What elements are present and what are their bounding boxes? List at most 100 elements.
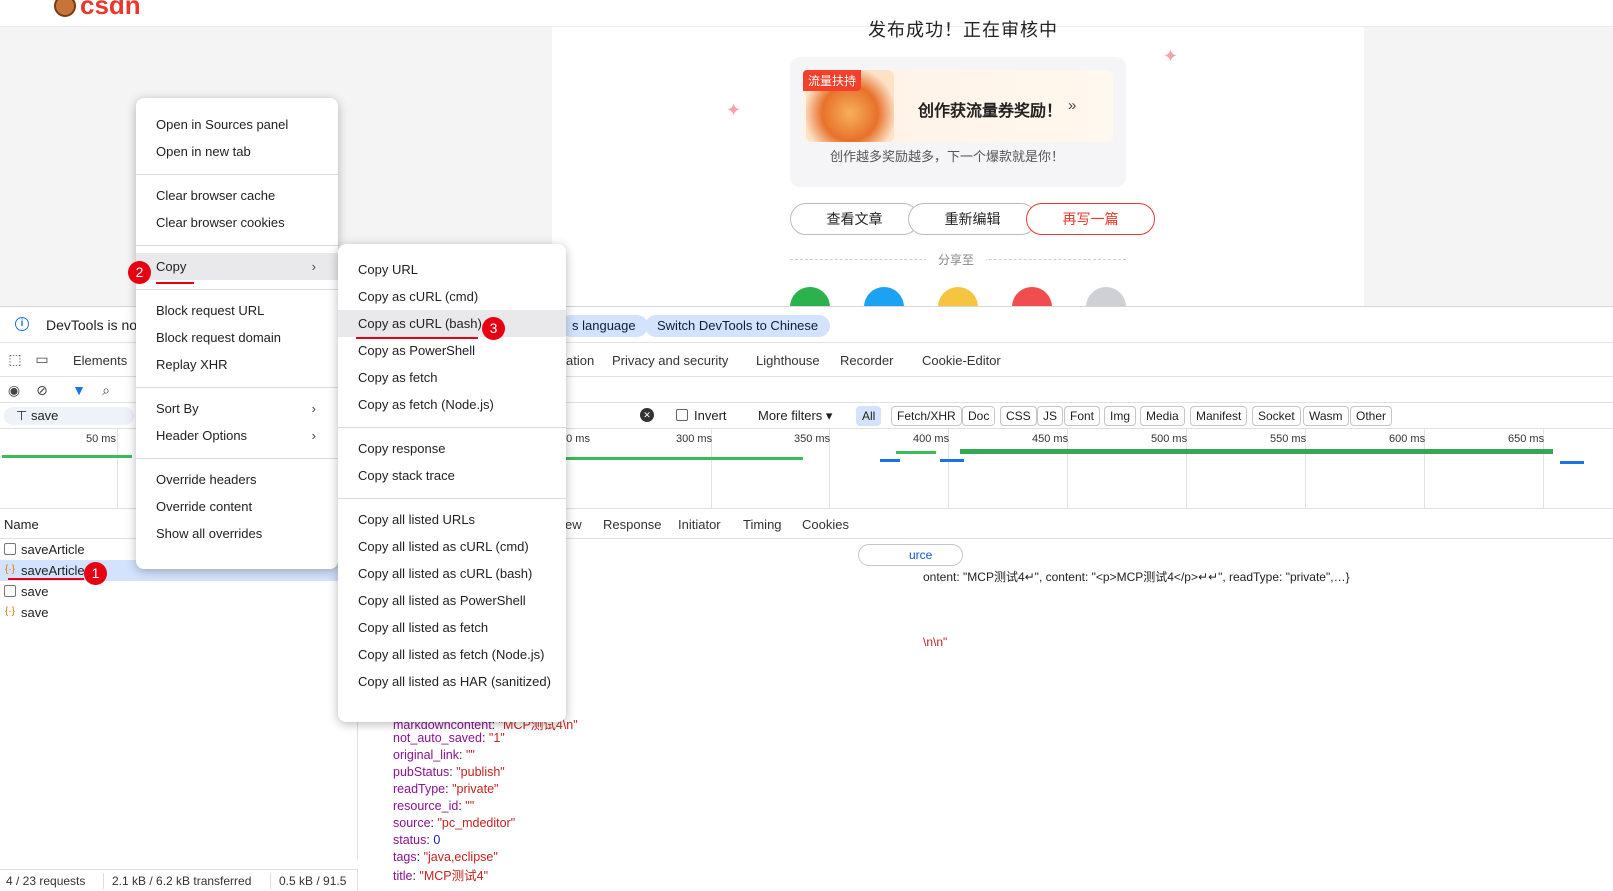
request-row[interactable]: {·} save	[0, 602, 357, 623]
timeline-bar	[960, 449, 1553, 454]
payload-entry[interactable]: readType: "private"	[393, 782, 498, 796]
menu-copy-fetch[interactable]: Copy as fetch	[338, 364, 566, 391]
chip-fetch-xhr[interactable]: Fetch/XHR	[891, 406, 962, 426]
menu-sort-by[interactable]: Sort By ›	[136, 395, 338, 422]
timeline-tick: 600 ms	[1389, 433, 1426, 445]
menu-header-options[interactable]: Header Options ›	[136, 422, 338, 449]
info-icon: i	[15, 317, 29, 331]
menu-copy[interactable]: Copy ›	[136, 253, 338, 280]
menu-copy-stack-trace[interactable]: Copy stack trace	[338, 462, 566, 489]
chevron-right-icon: ›	[311, 401, 316, 416]
clear-icon[interactable]: ⊘	[34, 382, 50, 398]
view-source-button[interactable]: urce	[858, 544, 963, 566]
chip-other[interactable]: Other	[1350, 406, 1393, 426]
menu-copy-all-curl-bash[interactable]: Copy all listed as cURL (bash)	[338, 560, 566, 587]
more-filters-dropdown[interactable]: More filters ▾	[758, 408, 832, 424]
timeline-bar	[2, 455, 132, 458]
timeline-tick: 650 ms	[1508, 433, 1545, 445]
payload-entry[interactable]: source: "pc_mdeditor"	[393, 816, 515, 830]
payload-entry[interactable]: status: 0	[393, 833, 440, 847]
chip-media[interactable]: Media	[1140, 406, 1185, 426]
tab-privacy-security[interactable]: Privacy and security	[612, 353, 728, 368]
tab-lighthouse[interactable]: Lighthouse	[756, 353, 820, 368]
menu-copy-all-fetch-node[interactable]: Copy all listed as fetch (Node.js)	[338, 641, 566, 668]
menu-copy-response[interactable]: Copy response	[338, 435, 566, 462]
language-pill[interactable]: s language	[560, 315, 648, 337]
promo-text: 创作获流量券奖励！	[918, 103, 1063, 120]
chip-font[interactable]: Font	[1064, 406, 1101, 426]
payload-entry[interactable]: resource_id: ""	[393, 799, 474, 813]
menu-copy-powershell[interactable]: Copy as PowerShell	[338, 337, 566, 364]
request-row[interactable]: save	[0, 581, 357, 602]
menu-copy-curl-bash[interactable]: Copy as cURL (bash)	[338, 310, 566, 337]
chip-css[interactable]: CSS	[1000, 406, 1037, 426]
filter-clear-icon[interactable]: ✕	[640, 408, 654, 422]
chevron-right-icon: ›	[311, 259, 316, 274]
menu-replay-xhr[interactable]: Replay XHR	[136, 351, 338, 378]
payload-entry[interactable]: original_link: ""	[393, 748, 475, 762]
filter-funnel-icon: ⊤	[16, 408, 31, 423]
menu-clear-cache[interactable]: Clear browser cache	[136, 182, 338, 209]
chip-all[interactable]: All	[856, 406, 882, 426]
menu-copy-all-curl-cmd[interactable]: Copy all listed as cURL (cmd)	[338, 533, 566, 560]
re-edit-button[interactable]: 重新编辑	[908, 203, 1037, 235]
payload-summary[interactable]: ontent: "MCP测试4↵", content: "<p>MCP测试4</…	[923, 568, 1350, 585]
payload-entry[interactable]: tags: "java,eclipse"	[393, 850, 498, 864]
view-article-button[interactable]: 查看文章	[790, 203, 919, 235]
payload-entry[interactable]: title: "MCP测试4"	[393, 865, 488, 884]
tab-elements[interactable]: Elements	[73, 353, 127, 368]
timeline-bar	[560, 457, 803, 460]
annotation-underline	[356, 337, 478, 339]
chip-socket[interactable]: Socket	[1252, 406, 1301, 426]
invert-checkbox[interactable]	[676, 409, 688, 421]
menu-copy-all-fetch[interactable]: Copy all listed as fetch	[338, 614, 566, 641]
search-icon[interactable]: ⌕	[98, 382, 114, 398]
network-status-bar: 4 / 23 requests 2.1 kB / 6.2 kB transfer…	[0, 869, 358, 891]
timeline-tick: 400 ms	[913, 433, 950, 445]
chip-doc[interactable]: Doc	[962, 406, 996, 426]
menu-override-content[interactable]: Override content	[136, 493, 338, 520]
timeline-tick: 450 ms	[1032, 433, 1069, 445]
switch-chinese-button[interactable]: Switch DevTools to Chinese	[645, 315, 831, 337]
menu-copy-all-urls[interactable]: Copy all listed URLs	[338, 506, 566, 533]
tab-response[interactable]: Response	[603, 517, 662, 532]
filter-icon[interactable]: ▼	[71, 382, 87, 398]
menu-block-url[interactable]: Block request URL	[136, 297, 338, 324]
menu-clear-cookies[interactable]: Clear browser cookies	[136, 209, 338, 236]
chip-js[interactable]: JS	[1037, 406, 1064, 426]
payload-entry[interactable]: not_auto_saved: "1"	[393, 731, 505, 745]
device-toolbar-icon[interactable]: ▭	[34, 351, 50, 367]
sparkle-icon: ✦	[726, 100, 742, 120]
inspect-element-icon[interactable]: ⬚	[7, 351, 23, 367]
step-badge-3: 3	[482, 317, 505, 340]
transfer-size: 2.1 kB / 6.2 kB transferred	[112, 874, 252, 888]
menu-copy-fetch-node[interactable]: Copy as fetch (Node.js)	[338, 391, 566, 418]
chip-wasm[interactable]: Wasm	[1303, 406, 1349, 426]
tab-preview[interactable]: ew	[565, 517, 582, 532]
menu-show-overrides[interactable]: Show all overrides	[136, 520, 338, 547]
payload-entry[interactable]: pubStatus: "publish"	[393, 765, 505, 779]
csdn-logo[interactable]: csdn	[54, 0, 141, 21]
tab-application[interactable]: ation	[566, 353, 594, 368]
chip-img[interactable]: Img	[1104, 406, 1137, 426]
menu-separator	[136, 458, 338, 459]
write-another-button[interactable]: 再写一篇	[1026, 203, 1155, 235]
menu-override-headers[interactable]: Override headers	[136, 466, 338, 493]
chevron-right-icon: ›	[311, 428, 316, 443]
tab-cookie-editor[interactable]: Cookie-Editor	[922, 353, 1001, 368]
menu-copy-url[interactable]: Copy URL	[338, 256, 566, 283]
menu-open-new-tab[interactable]: Open in new tab	[136, 138, 338, 165]
xhr-icon: {·}	[4, 606, 15, 617]
menu-copy-curl-cmd[interactable]: Copy as cURL (cmd)	[338, 283, 566, 310]
record-icon[interactable]: ◉	[6, 382, 22, 398]
menu-open-in-sources[interactable]: Open in Sources panel	[136, 111, 338, 138]
menu-copy-all-har[interactable]: Copy all listed as HAR (sanitized)	[338, 668, 566, 695]
menu-copy-all-powershell[interactable]: Copy all listed as PowerShell	[338, 587, 566, 614]
menu-block-domain[interactable]: Block request domain	[136, 324, 338, 351]
filter-input[interactable]: ⊤ save	[4, 407, 134, 425]
tab-initiator[interactable]: Initiator	[678, 517, 721, 532]
tab-cookies[interactable]: Cookies	[802, 517, 849, 532]
chip-manifest[interactable]: Manifest	[1190, 406, 1248, 426]
tab-timing[interactable]: Timing	[743, 517, 782, 532]
tab-recorder[interactable]: Recorder	[840, 353, 893, 368]
